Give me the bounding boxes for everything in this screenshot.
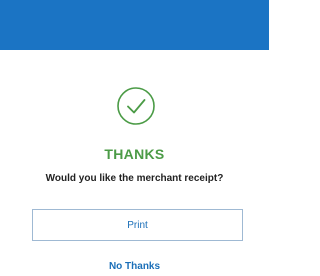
- thanks-title: THANKS: [104, 146, 165, 162]
- no-thanks-link[interactable]: No Thanks: [0, 261, 269, 272]
- check-circle-icon: [116, 86, 156, 126]
- receipt-screen: THANKS Would you like the merchant recei…: [0, 0, 269, 276]
- receipt-prompt: Would you like the merchant receipt?: [45, 173, 224, 184]
- print-button-label: Print: [127, 219, 148, 231]
- header-bar: [0, 0, 269, 50]
- print-button[interactable]: Print: [32, 209, 243, 241]
